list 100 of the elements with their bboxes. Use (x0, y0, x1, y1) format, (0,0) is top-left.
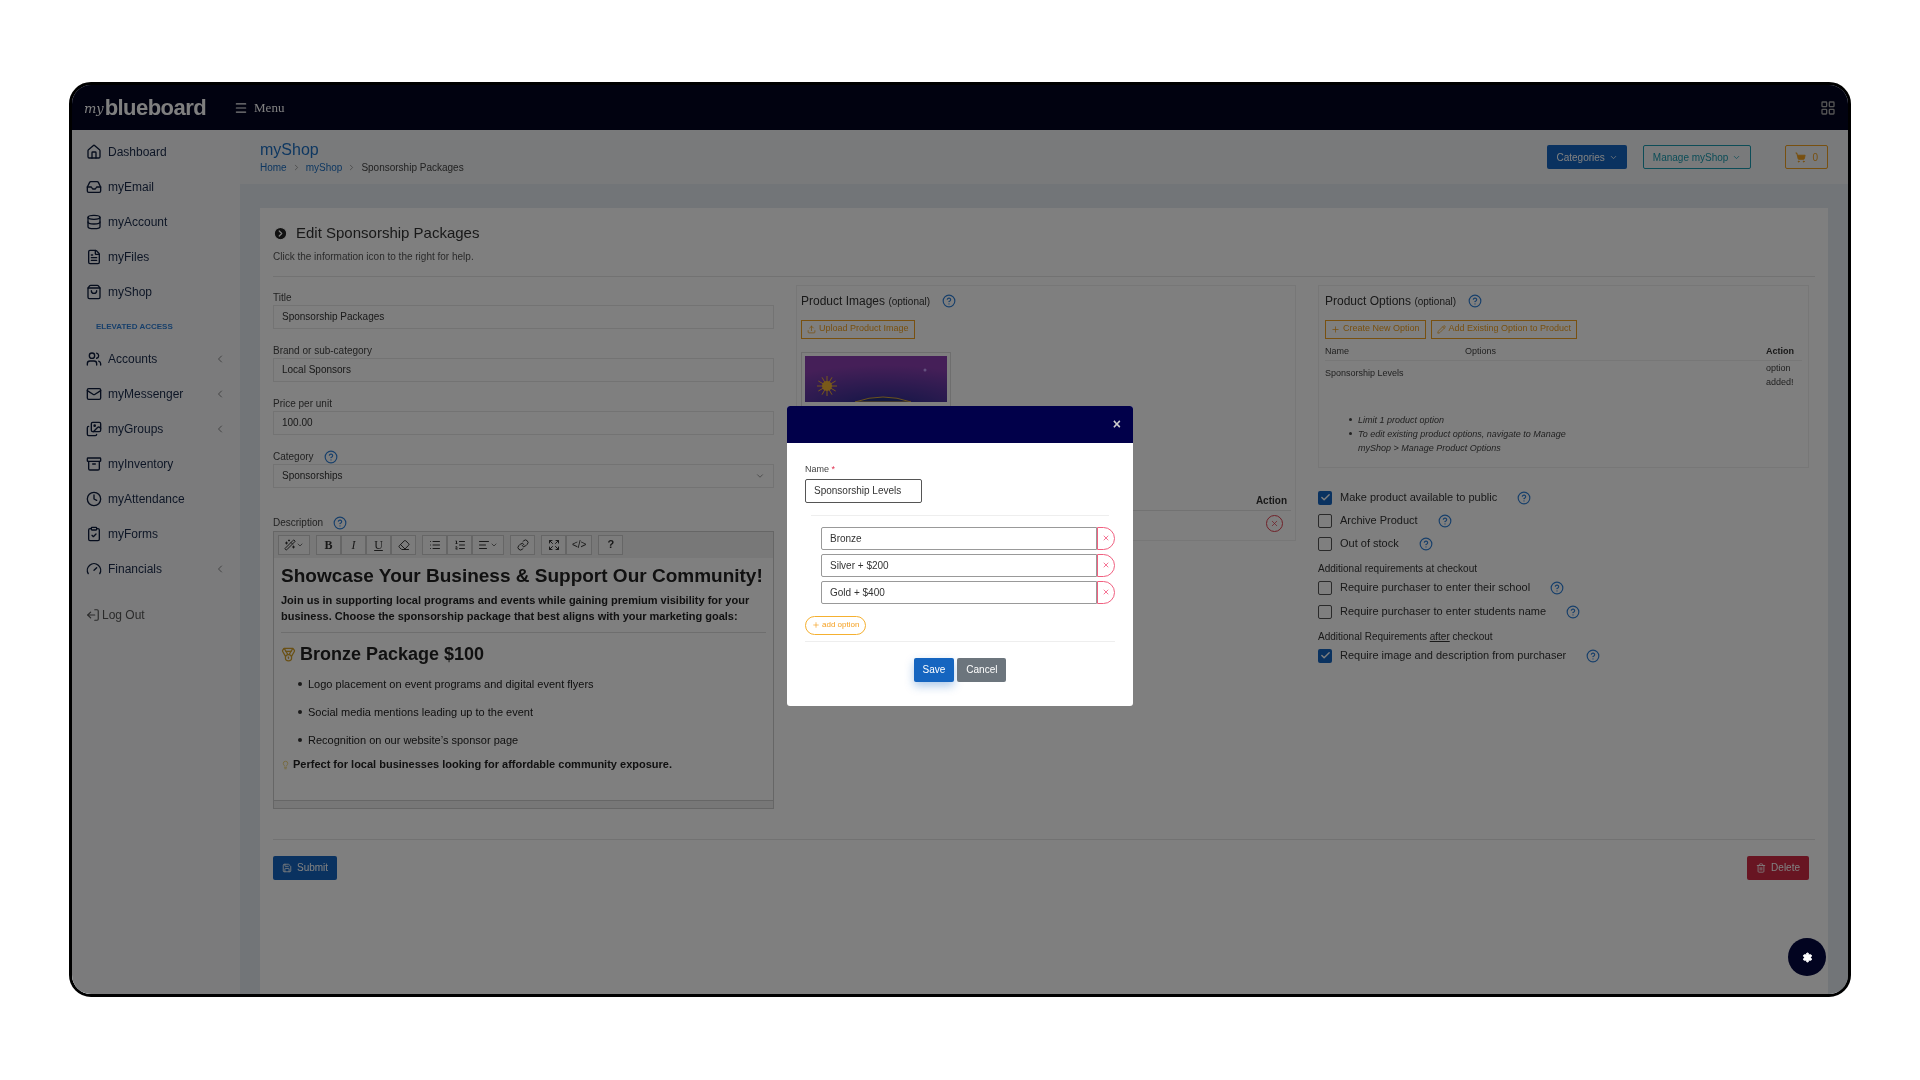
trash-icon (1756, 862, 1767, 873)
breadcrumb-link[interactable]: myShop (305, 159, 343, 175)
manage-button[interactable]: Manage myShop (1642, 145, 1752, 169)
upload-icon (807, 324, 816, 334)
input-field[interactable]: Local Sponsors (273, 357, 774, 382)
cancel-button[interactable]: Cancel (957, 657, 1007, 682)
bag-icon (86, 283, 102, 300)
clear-format-button[interactable] (391, 534, 416, 555)
help-icon[interactable] (1517, 490, 1532, 505)
sidebar-item[interactable]: myGroups (72, 411, 240, 446)
sidebar-item[interactable]: Financials (72, 551, 240, 586)
help-icon[interactable] (1566, 604, 1581, 619)
checkbox[interactable] (1318, 513, 1332, 528)
help-icon[interactable] (333, 515, 348, 530)
rich-text-editor[interactable] (273, 530, 774, 809)
checkbox[interactable] (1318, 648, 1332, 663)
sidebar-item[interactable]: myAttendance (72, 481, 240, 516)
field-label: Brand or sub-category (273, 344, 372, 358)
underline-button[interactable]: U (366, 534, 391, 555)
input-field[interactable]: Sponsorship Packages (273, 304, 774, 329)
list-item: Recognition on our website’s sponsor page (308, 733, 519, 748)
name-field[interactable]: Sponsorship Levels (805, 478, 922, 503)
style-button[interactable] (278, 534, 310, 555)
breadcrumb-current: Sponsorship Packages (361, 160, 464, 175)
help-icon[interactable] (323, 449, 338, 464)
menu-icon (234, 100, 249, 115)
settings-icon (1801, 951, 1813, 963)
bullet-icon (298, 710, 302, 715)
save-button[interactable]: Save (913, 657, 955, 682)
align-button[interactable] (472, 534, 504, 555)
wand-icon (284, 538, 296, 551)
sidebar-item[interactable]: myInventory (72, 446, 240, 481)
sidebar-item[interactable]: myMessenger (72, 376, 240, 411)
bold-button[interactable]: B (316, 534, 341, 555)
chevron-circle-icon (273, 225, 288, 241)
checkbox[interactable] (1318, 580, 1332, 595)
option-field[interactable]: Bronze (821, 526, 1097, 550)
help-icon[interactable] (1586, 648, 1601, 663)
bullet-icon (298, 738, 302, 743)
fullscreen-button[interactable] (541, 534, 566, 555)
help-icon[interactable] (1418, 536, 1433, 551)
bullet-icon (1349, 418, 1352, 421)
plus-icon (1331, 324, 1340, 334)
close-icon (1102, 534, 1110, 542)
bullet-list-button[interactable] (422, 534, 447, 555)
option-field[interactable]: Silver + $200 (821, 553, 1097, 577)
breadcrumb-link[interactable]: Home (260, 159, 287, 175)
panel-title: Product Images (optional) (801, 292, 931, 310)
help-icon[interactable] (1468, 293, 1483, 308)
help-icon[interactable] (1550, 580, 1565, 595)
close-button[interactable]: × (1112, 414, 1121, 435)
apps-icon[interactable] (1820, 99, 1836, 116)
checkbox-label: Out of stock (1340, 536, 1399, 552)
logo[interactable]: myblueboard (84, 96, 207, 119)
sidebar-item[interactable]: Accounts (72, 341, 240, 376)
mail-icon (86, 385, 102, 402)
editor-subheading: Bronze Package $100 (300, 643, 485, 667)
clock-icon (86, 490, 102, 507)
sidebar-item[interactable]: myForms (72, 516, 240, 551)
field-label: Title (273, 291, 292, 305)
input-field[interactable]: 100.00 (273, 410, 774, 435)
checkbox[interactable] (1318, 536, 1332, 551)
logout-button[interactable]: Log Out (72, 606, 159, 624)
numbered-list-button[interactable] (447, 534, 472, 555)
help-icon[interactable] (1437, 513, 1452, 528)
close-icon (1102, 588, 1110, 596)
images-icon (86, 420, 102, 437)
column-header: Action (1766, 344, 1795, 358)
home-icon (86, 143, 102, 160)
sidebar-item[interactable]: myAccount (72, 204, 240, 239)
logout-icon (86, 608, 100, 622)
medal-icon (281, 646, 296, 664)
link-button[interactable] (510, 534, 535, 555)
delete-button[interactable]: Delete (1747, 855, 1809, 880)
form-title: Edit Sponsorship Packages (296, 223, 480, 243)
menu-button[interactable]: Menu (234, 97, 285, 118)
editor-paragraph: Perfect for local businesses looking for affordable community exposure. (293, 757, 672, 773)
sidebar-item[interactable]: myShop (72, 274, 240, 309)
checkbox[interactable] (1318, 604, 1332, 619)
close-icon (1270, 518, 1279, 528)
bullet-icon (1349, 432, 1352, 435)
sidebar-item[interactable]: myEmail (72, 169, 240, 204)
field-label: Price per unit (273, 397, 332, 411)
code-view-button[interactable]: </> (566, 534, 593, 555)
help-button[interactable]: ? (598, 534, 624, 555)
table-cell-text: Sponsorship Levels (1325, 367, 1405, 380)
categories-button[interactable]: Categories (1547, 145, 1627, 169)
option-field[interactable]: Gold + $400 (821, 580, 1097, 604)
sidebar-item[interactable]: Dashboard (72, 134, 240, 169)
submit-button[interactable]: Submit (273, 855, 338, 880)
italic-button[interactable]: I (341, 534, 366, 555)
clipboard-icon (86, 525, 102, 542)
field-label: Name * (805, 463, 837, 476)
table-cell-text: option added! (1766, 362, 1795, 389)
inbox-icon (86, 178, 102, 195)
select-field[interactable]: Sponsorships (273, 463, 774, 488)
sidebar-item[interactable]: myFiles (72, 239, 240, 274)
help-icon[interactable] (942, 293, 957, 308)
checkbox[interactable] (1318, 490, 1332, 505)
checkbox-label: Archive Product (1340, 513, 1418, 529)
